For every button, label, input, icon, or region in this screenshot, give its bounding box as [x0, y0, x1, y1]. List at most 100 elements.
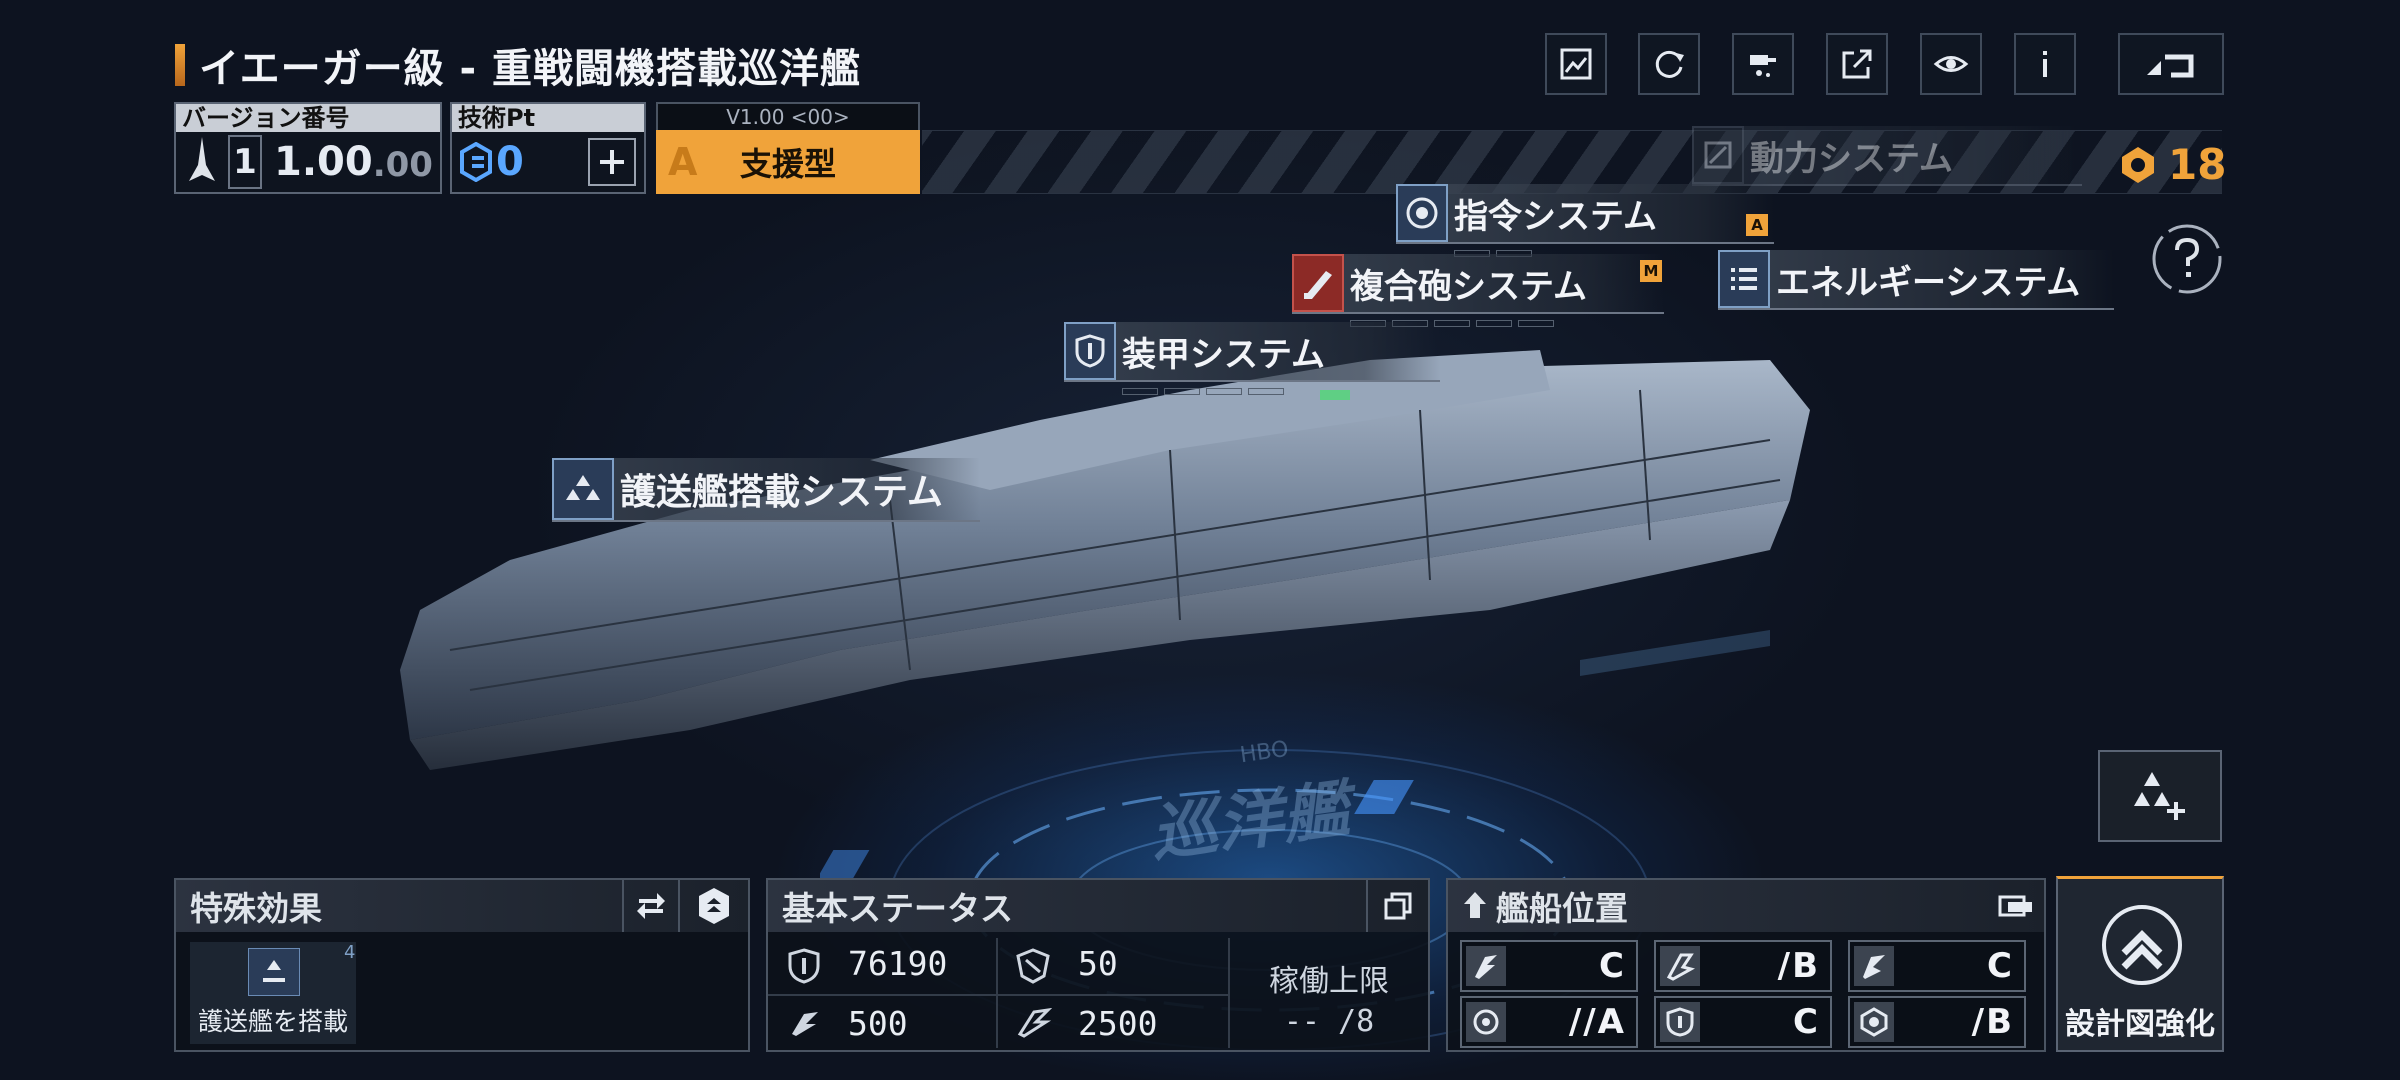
- position-grade-2: /B: [1654, 940, 1832, 992]
- help-button[interactable]: [2150, 222, 2224, 296]
- module-button[interactable]: [678, 880, 748, 932]
- version-sub: .00: [372, 145, 433, 185]
- escort-effect-icon: [248, 948, 300, 996]
- energy-system-label: エネルギーシステム: [1776, 262, 2081, 303]
- grade-value: C: [1987, 946, 2014, 986]
- title-bar: イエーガー級 - 重戦闘機搭載巡洋艦: [175, 40, 861, 92]
- back-button[interactable]: [2118, 33, 2224, 95]
- position-grade-5: C: [1654, 996, 1832, 1048]
- version-number: 1.00: [274, 139, 373, 185]
- base-status-panel: 基本ステータス 76190 50 500 2500 稼働上限 -- /8: [766, 878, 1430, 1052]
- position-grade-3: C: [1848, 940, 2026, 992]
- escort-effect-label: 護送艦を搭載: [197, 1007, 348, 1036]
- build-type: 支援型: [739, 145, 836, 183]
- plus-icon: [600, 150, 624, 174]
- shield-icon: [1660, 1002, 1700, 1042]
- command-system-icon: [1396, 184, 1448, 242]
- limit-value: -- /8: [1283, 1004, 1375, 1039]
- armor-value: 50: [1078, 944, 1118, 983]
- power-system-node[interactable]: 動力システム: [1692, 126, 2082, 186]
- hp-shield-icon: [788, 948, 820, 984]
- currency-display: 18: [2118, 140, 2226, 189]
- tag-icon: [1998, 895, 2032, 917]
- base-status-header: 基本ステータス: [768, 880, 1428, 932]
- armor-stat-icon: [1016, 948, 1050, 984]
- special-effect-panel: 特殊効果 4 護送艦を搭載: [174, 878, 750, 1052]
- paint-icon: [1750, 55, 1776, 77]
- status-divider-3: [768, 994, 1228, 996]
- base-status-title: 基本ステータス: [782, 889, 1013, 928]
- tech-points: 0: [496, 139, 524, 185]
- armor-system-node[interactable]: 装甲システム: [1064, 322, 1440, 395]
- share-button[interactable]: [1826, 33, 1888, 95]
- build-version-tag: V1.00 <00>: [656, 102, 920, 130]
- ship-model[interactable]: [390, 350, 1830, 790]
- range-icon: [1017, 1008, 1052, 1038]
- energy-system-node[interactable]: エネルギーシステム: [1718, 250, 2114, 310]
- refresh-button[interactable]: [1638, 33, 1700, 95]
- tech-box: 技術Pt 0: [450, 102, 646, 194]
- limit-label: 稼働上限: [1269, 964, 1389, 999]
- support-gear-icon: [1854, 1002, 1894, 1042]
- swap-button[interactable]: [622, 880, 678, 932]
- tech-chip-icon: [456, 142, 496, 182]
- swap-icon: [637, 893, 665, 919]
- speed-value: 500: [848, 1004, 908, 1043]
- detail-window-button[interactable]: [1366, 880, 1428, 932]
- view-button[interactable]: [1920, 33, 1982, 95]
- cannon-system-label: 複合砲システム: [1350, 266, 1587, 307]
- bomber-icon: [1854, 946, 1894, 986]
- blueprint-upgrade-label: 設計図強化: [2065, 1007, 2215, 1042]
- share-icon: [1842, 49, 1872, 79]
- back-icon: [2147, 54, 2194, 78]
- version-box: バージョン番号 1 1.00 .00: [174, 102, 442, 194]
- cannon-system-node[interactable]: 複合砲システム M: [1292, 254, 1664, 327]
- special-effect-header: 特殊効果: [176, 880, 748, 932]
- grade-value: C: [1793, 1002, 1820, 1042]
- position-icon: [1464, 892, 1486, 918]
- paint-button[interactable]: [1732, 33, 1794, 95]
- upgrade-chevron-icon: [2102, 905, 2182, 985]
- ship-position-header: 艦船位置: [1448, 880, 2044, 932]
- module-icon: [699, 888, 729, 924]
- status-divider-1: [996, 938, 998, 1048]
- title-accent: [175, 44, 185, 86]
- escort-system-node[interactable]: 護送艦搭載システム: [552, 458, 980, 522]
- command-system-node[interactable]: 指令システム A: [1396, 184, 1774, 257]
- speed-icon: [792, 1012, 818, 1036]
- fleet-add-icon: [2134, 772, 2185, 820]
- ship-position-panel: 艦船位置 C /B C //A C /B: [1446, 878, 2046, 1052]
- grade-value: //A: [1568, 1002, 1626, 1042]
- cannon-system-badge: M: [1640, 260, 1662, 282]
- fleet-add-button[interactable]: [2098, 750, 2222, 842]
- tech-add-button[interactable]: [588, 138, 636, 186]
- armor-system-label: 装甲システム: [1122, 334, 1325, 375]
- screenshot-button[interactable]: [1545, 33, 1607, 95]
- escort-effect-item[interactable]: 4 護送艦を搭載: [190, 942, 356, 1044]
- info-button[interactable]: [2014, 33, 2076, 95]
- grade-value: C: [1599, 946, 1626, 986]
- position-tag-button[interactable]: [1988, 880, 2044, 932]
- refresh-icon: [1655, 50, 1684, 78]
- blueprint-upgrade-button[interactable]: 設計図強化: [2056, 876, 2224, 1052]
- armor-system-icon: [1064, 322, 1116, 380]
- command-system-badge: A: [1746, 214, 1768, 236]
- currency-amount: 18: [2168, 140, 2227, 189]
- version-tier: 1: [228, 135, 262, 189]
- energy-system-icon: [1718, 250, 1770, 308]
- armor-system-slots: [1122, 388, 1440, 395]
- build-type-box[interactable]: V1.00 <00> A 支援型: [656, 102, 920, 194]
- command-system-label: 指令システム: [1454, 196, 1657, 237]
- hp-value: 76190: [848, 944, 948, 983]
- escort-system-label: 護送艦搭載システム: [620, 472, 943, 513]
- position-grade-4: //A: [1460, 996, 1638, 1048]
- escort-effect-count: 4: [344, 942, 356, 963]
- power-system-icon: [1692, 126, 1744, 184]
- ship-position-title: 艦船位置: [1496, 889, 1628, 928]
- ship-title: イエーガー級 - 重戦闘機搭載巡洋艦: [199, 46, 862, 92]
- fighter-icon: [1660, 946, 1700, 986]
- screenshot-icon: [1560, 48, 1592, 80]
- range-value: 2500: [1078, 1004, 1158, 1043]
- position-grade-1: C: [1460, 940, 1638, 992]
- ship-silhouette-icon: [176, 137, 228, 187]
